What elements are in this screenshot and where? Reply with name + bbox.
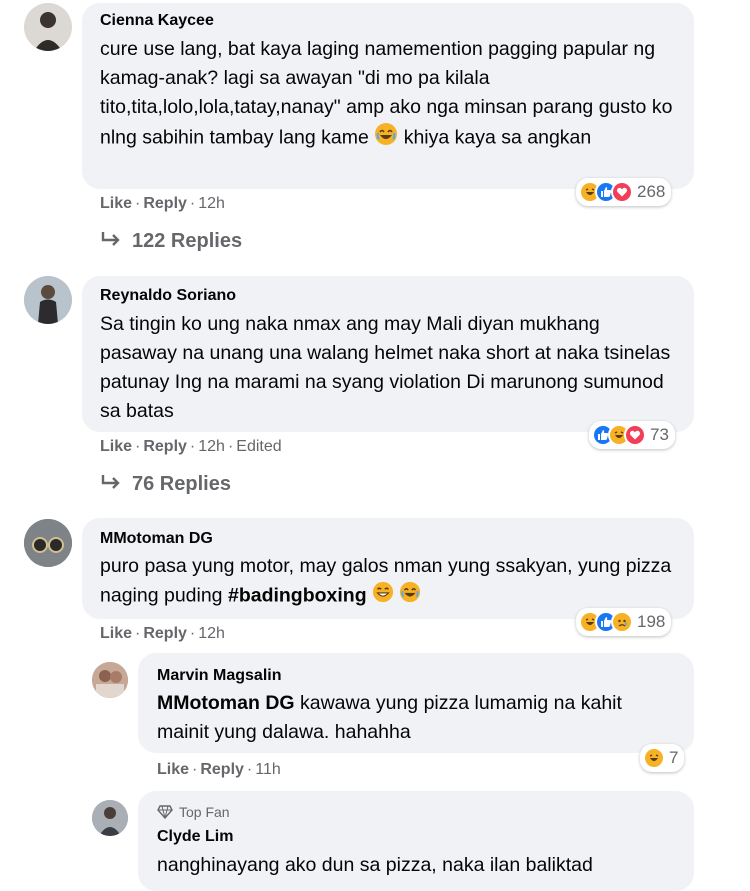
reaction-summary[interactable]: 198 xyxy=(576,608,672,636)
reply-arrow-icon xyxy=(100,230,122,253)
reaction-count: 73 xyxy=(650,425,669,444)
comment-actions: Like · Reply · 12h xyxy=(100,625,225,642)
love-icon xyxy=(624,424,646,446)
reply-link[interactable]: Reply xyxy=(200,761,244,778)
top-fan-label: Top Fan xyxy=(179,804,230,820)
comment-author[interactable]: Reynaldo Soriano xyxy=(100,287,236,305)
reaction-summary[interactable]: 73 xyxy=(589,421,675,449)
mention-link[interactable]: MMotoman DG xyxy=(157,692,295,714)
reaction-summary[interactable]: 7 xyxy=(640,744,685,772)
reply-link[interactable]: Reply xyxy=(143,195,187,212)
avatar[interactable] xyxy=(24,276,72,324)
timestamp[interactable]: 12h xyxy=(198,195,225,212)
like-link[interactable]: Like xyxy=(100,195,132,212)
comment-text-tail: khiya kaya sa angkan xyxy=(403,126,592,149)
reply-author[interactable]: Marvin Magsalin xyxy=(157,667,281,685)
replies-count-label: 122 Replies xyxy=(132,230,243,252)
timestamp[interactable]: 11h xyxy=(255,761,281,778)
replies-count-label: 76 Replies xyxy=(132,473,231,495)
love-icon xyxy=(611,181,633,203)
avatar[interactable] xyxy=(92,662,128,698)
comment-author[interactable]: Cienna Kaycee xyxy=(100,12,214,30)
sad-icon xyxy=(611,611,633,633)
hashtag-link[interactable]: #badingboxing xyxy=(228,585,367,607)
reply-arrow-icon xyxy=(100,473,122,496)
top-fan-icon xyxy=(157,805,173,822)
reply-link[interactable]: Reply xyxy=(143,438,187,455)
comment-author[interactable]: MMotoman DG xyxy=(100,530,213,548)
avatar[interactable] xyxy=(24,3,72,51)
top-fan-badge: Top Fan xyxy=(157,804,230,822)
edited-label[interactable]: Edited xyxy=(236,438,281,455)
like-link[interactable]: Like xyxy=(100,438,132,455)
view-replies-link[interactable]: 76 Replies xyxy=(100,473,231,496)
timestamp[interactable]: 12h xyxy=(198,438,225,455)
reply-author[interactable]: Clyde Lim xyxy=(157,828,233,846)
comment-actions: Like · Reply · 12h xyxy=(100,195,225,212)
haha-icon xyxy=(643,747,665,769)
reply-actions: Like · Reply · 11h xyxy=(157,761,281,778)
comment-text: cure use lang, bat kaya laging namementi… xyxy=(100,35,685,155)
laughing-emoji-icon xyxy=(399,581,421,612)
comment-text: puro pasa yung motor, may galos nman yun… xyxy=(100,552,685,612)
avatar[interactable] xyxy=(92,800,128,836)
reaction-count: 7 xyxy=(669,748,679,767)
comment-actions: Like · Reply · 12h · Edited xyxy=(100,438,282,455)
reaction-count: 198 xyxy=(637,612,666,631)
like-link[interactable]: Like xyxy=(100,625,132,642)
reaction-count: 268 xyxy=(637,182,666,201)
avatar[interactable] xyxy=(24,519,72,567)
reply-text: MMotoman DG kawawa yung pizza lumamig na… xyxy=(157,689,677,747)
reply-link[interactable]: Reply xyxy=(143,625,187,642)
reaction-summary[interactable]: 268 xyxy=(576,178,672,206)
like-link[interactable]: Like xyxy=(157,761,189,778)
comment-text: Sa tingin ko ung naka nmax ang may Mali … xyxy=(100,313,671,422)
timestamp[interactable]: 12h xyxy=(198,625,225,642)
laughing-emoji-icon xyxy=(374,122,398,155)
grinning-emoji-icon xyxy=(372,581,394,612)
view-replies-link[interactable]: 122 Replies xyxy=(100,230,242,253)
